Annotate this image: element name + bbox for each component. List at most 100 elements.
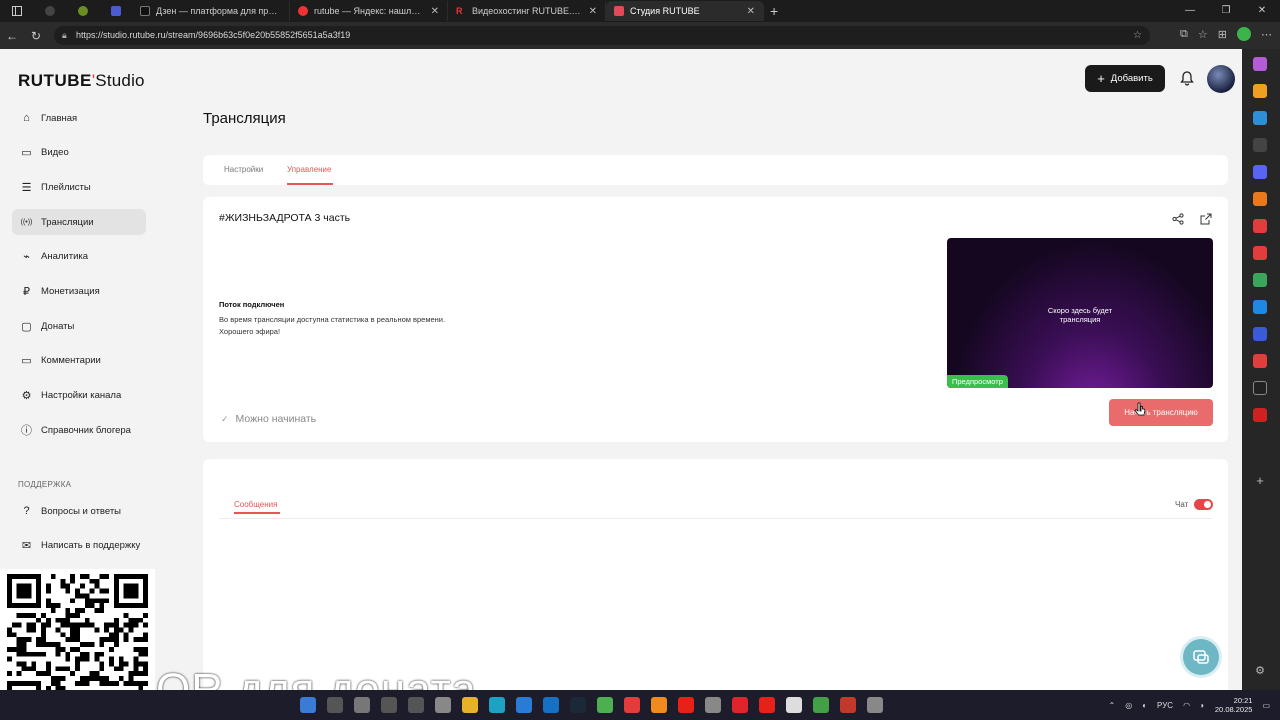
sidebar-item-2[interactable]: ▭ Видео xyxy=(12,140,146,166)
sidebar-app-icon[interactable] xyxy=(1253,246,1267,260)
sidebar-item-8[interactable]: ▭ Комментарии xyxy=(12,348,146,374)
store-icon[interactable] xyxy=(543,697,559,713)
sidebar-app-icon[interactable] xyxy=(1253,138,1267,152)
stream-tabs: Настройки Управление xyxy=(203,155,1228,185)
sidebar-app-icon[interactable] xyxy=(1253,354,1267,368)
sidebar-app-icon[interactable] xyxy=(1253,408,1267,422)
volume-icon[interactable]: ◐ xyxy=(1142,701,1147,710)
yandex-icon[interactable] xyxy=(624,697,640,713)
settings-icon[interactable]: ⚙ xyxy=(1253,664,1267,678)
taskbar-app-icon[interactable] xyxy=(651,697,667,713)
sidebar-app-icon[interactable] xyxy=(1253,381,1267,395)
notifications-icon[interactable]: ▭ xyxy=(1262,701,1270,710)
more-icon[interactable]: ⋯ xyxy=(1261,28,1272,41)
taskbar-app-icon[interactable] xyxy=(759,697,775,713)
taskbar-app-icon[interactable] xyxy=(300,697,316,713)
browser-tab-active[interactable]: Студия RUTUBE ✕ xyxy=(606,1,764,21)
rutube-studio-logo[interactable]: RUTUBE'Studio xyxy=(18,71,145,91)
browser-tab[interactable]: RВидеохостинг RUTUBE. Смотрит✕ xyxy=(448,1,606,21)
sidebar-item-1[interactable]: ⌂ Главная xyxy=(12,105,146,131)
youtube-icon[interactable] xyxy=(678,697,694,713)
sidebar-item-7[interactable]: ▢ Донаты xyxy=(12,313,146,339)
bell-icon[interactable] xyxy=(1179,70,1195,86)
tab-manage[interactable]: Управление xyxy=(287,165,331,174)
sidebar-item-6[interactable]: ₽ Монетизация xyxy=(12,278,146,304)
taskbar-app-icon[interactable] xyxy=(435,697,451,713)
close-tab-icon[interactable]: ✕ xyxy=(747,6,755,17)
taskbar-app-icon[interactable] xyxy=(327,697,343,713)
sidebar-item-4[interactable]: ((•)) Трансляции xyxy=(12,209,146,236)
add-sidebar-app-icon[interactable]: + xyxy=(1253,474,1267,488)
pinned-tab-1[interactable] xyxy=(33,1,66,21)
vscode-icon[interactable] xyxy=(516,697,532,713)
avatar[interactable] xyxy=(1207,65,1235,93)
network-icon[interactable]: ◎ xyxy=(1125,701,1132,710)
profile-icon[interactable] xyxy=(1237,27,1251,41)
open-external-icon[interactable] xyxy=(1200,213,1212,225)
close-tab-icon[interactable]: ✕ xyxy=(589,6,597,17)
reload-icon[interactable]: ↻ xyxy=(24,29,48,43)
taskbar-app-icon[interactable] xyxy=(354,697,370,713)
minimize-icon[interactable]: — xyxy=(1172,0,1208,22)
sidebar-item-5[interactable]: ⌁ Аналитика xyxy=(12,244,146,270)
close-tab-icon[interactable]: ✕ xyxy=(431,6,439,17)
opera-icon[interactable] xyxy=(732,697,748,713)
tray-chevron-icon[interactable]: ⌃ xyxy=(1109,701,1116,710)
restore-icon[interactable]: ❐ xyxy=(1208,0,1244,22)
steam-icon[interactable] xyxy=(570,697,586,713)
sidebar-item-2[interactable]: ✉ Написать в поддержку xyxy=(12,533,146,559)
camera-icon[interactable] xyxy=(705,697,721,713)
pinned-tab-2[interactable] xyxy=(66,1,99,21)
sidebar-item-label: Донаты xyxy=(41,320,75,332)
taskbar-app-icon[interactable] xyxy=(813,697,829,713)
sidebar-app-icon[interactable] xyxy=(1253,165,1267,179)
sidebar-item-9[interactable]: ⚙ Настройки канала xyxy=(12,383,146,409)
sidebar-app-icon[interactable] xyxy=(1253,327,1267,341)
chrome-icon[interactable] xyxy=(597,697,613,713)
sidebar-item-10[interactable]: ⓘ Справочник блогера xyxy=(12,417,146,443)
pinned-tab-3[interactable] xyxy=(99,1,132,21)
sidebar-app-icon[interactable] xyxy=(1253,300,1267,314)
favorites-icon[interactable]: ☆ xyxy=(1198,28,1208,41)
taskbar-app-icon[interactable] xyxy=(381,697,397,713)
add-button[interactable]: + Добавить xyxy=(1085,65,1165,92)
stream-title: #ЖИЗНЬЗАДРОТА 3 часть xyxy=(219,212,351,224)
edge-browser-icon[interactable] xyxy=(489,697,505,713)
browser-tab[interactable]: Дзен — платформа для просмо xyxy=(132,1,290,21)
browser-tab[interactable]: rutube — Яндекс: нашлось 1 мл✕ xyxy=(290,1,448,21)
sidebar-app-icon[interactable] xyxy=(1253,57,1267,71)
sidebar-app-icon[interactable] xyxy=(1253,111,1267,125)
taskbar-app-icon[interactable] xyxy=(408,697,424,713)
collections-icon[interactable]: ⊞ xyxy=(1218,28,1227,41)
help-chat-button[interactable] xyxy=(1183,639,1219,675)
speaker-icon[interactable]: ◗ xyxy=(1200,701,1205,710)
folder-icon[interactable] xyxy=(462,697,478,713)
chat-toggle[interactable] xyxy=(1194,499,1213,510)
sidebar-item-1[interactable]: ? Вопросы и ответы xyxy=(12,498,146,524)
sidebar-app-icon[interactable] xyxy=(1253,273,1267,287)
bookmark-star-icon[interactable]: ☆ xyxy=(1133,26,1142,45)
close-window-icon[interactable]: ✕ xyxy=(1244,0,1280,22)
sidebar-app-icon[interactable] xyxy=(1253,219,1267,233)
start-stream-button[interactable]: Начать трансляцию xyxy=(1109,399,1213,426)
support-section-label: ПОДДЕРЖКА xyxy=(18,480,72,489)
stream-preview[interactable]: Скоро здесь будет трансляция Предпросмотр xyxy=(947,238,1213,388)
taskbar-app-icon[interactable] xyxy=(867,697,883,713)
new-tab-button[interactable]: + xyxy=(770,3,778,19)
sidebar-app-icon[interactable] xyxy=(1253,192,1267,206)
tab-messages[interactable]: Сообщения xyxy=(234,500,277,509)
taskbar-app-icon[interactable] xyxy=(840,697,856,713)
extensions-icon[interactable]: ⧉ xyxy=(1180,28,1188,41)
sidebar-item-3[interactable]: ☰ Плейлисты xyxy=(12,174,146,200)
lock-icon[interactable]: 🔒︎ xyxy=(62,26,67,45)
back-icon[interactable]: ← xyxy=(0,29,24,43)
tab-settings[interactable]: Настройки xyxy=(224,165,263,174)
share-icon[interactable] xyxy=(1172,213,1184,225)
language-indicator[interactable]: РУС xyxy=(1157,701,1173,710)
sidebar-toggle-icon[interactable] xyxy=(0,1,33,21)
sidebar-app-icon[interactable] xyxy=(1253,84,1267,98)
file-icon[interactable] xyxy=(786,697,802,713)
clock[interactable]: 20:21 20.08.2025 xyxy=(1215,696,1253,714)
wifi-icon[interactable]: ◠ xyxy=(1183,701,1190,710)
url-field[interactable]: 🔒︎ https://studio.rutube.ru/stream/9696b… xyxy=(54,26,1150,45)
